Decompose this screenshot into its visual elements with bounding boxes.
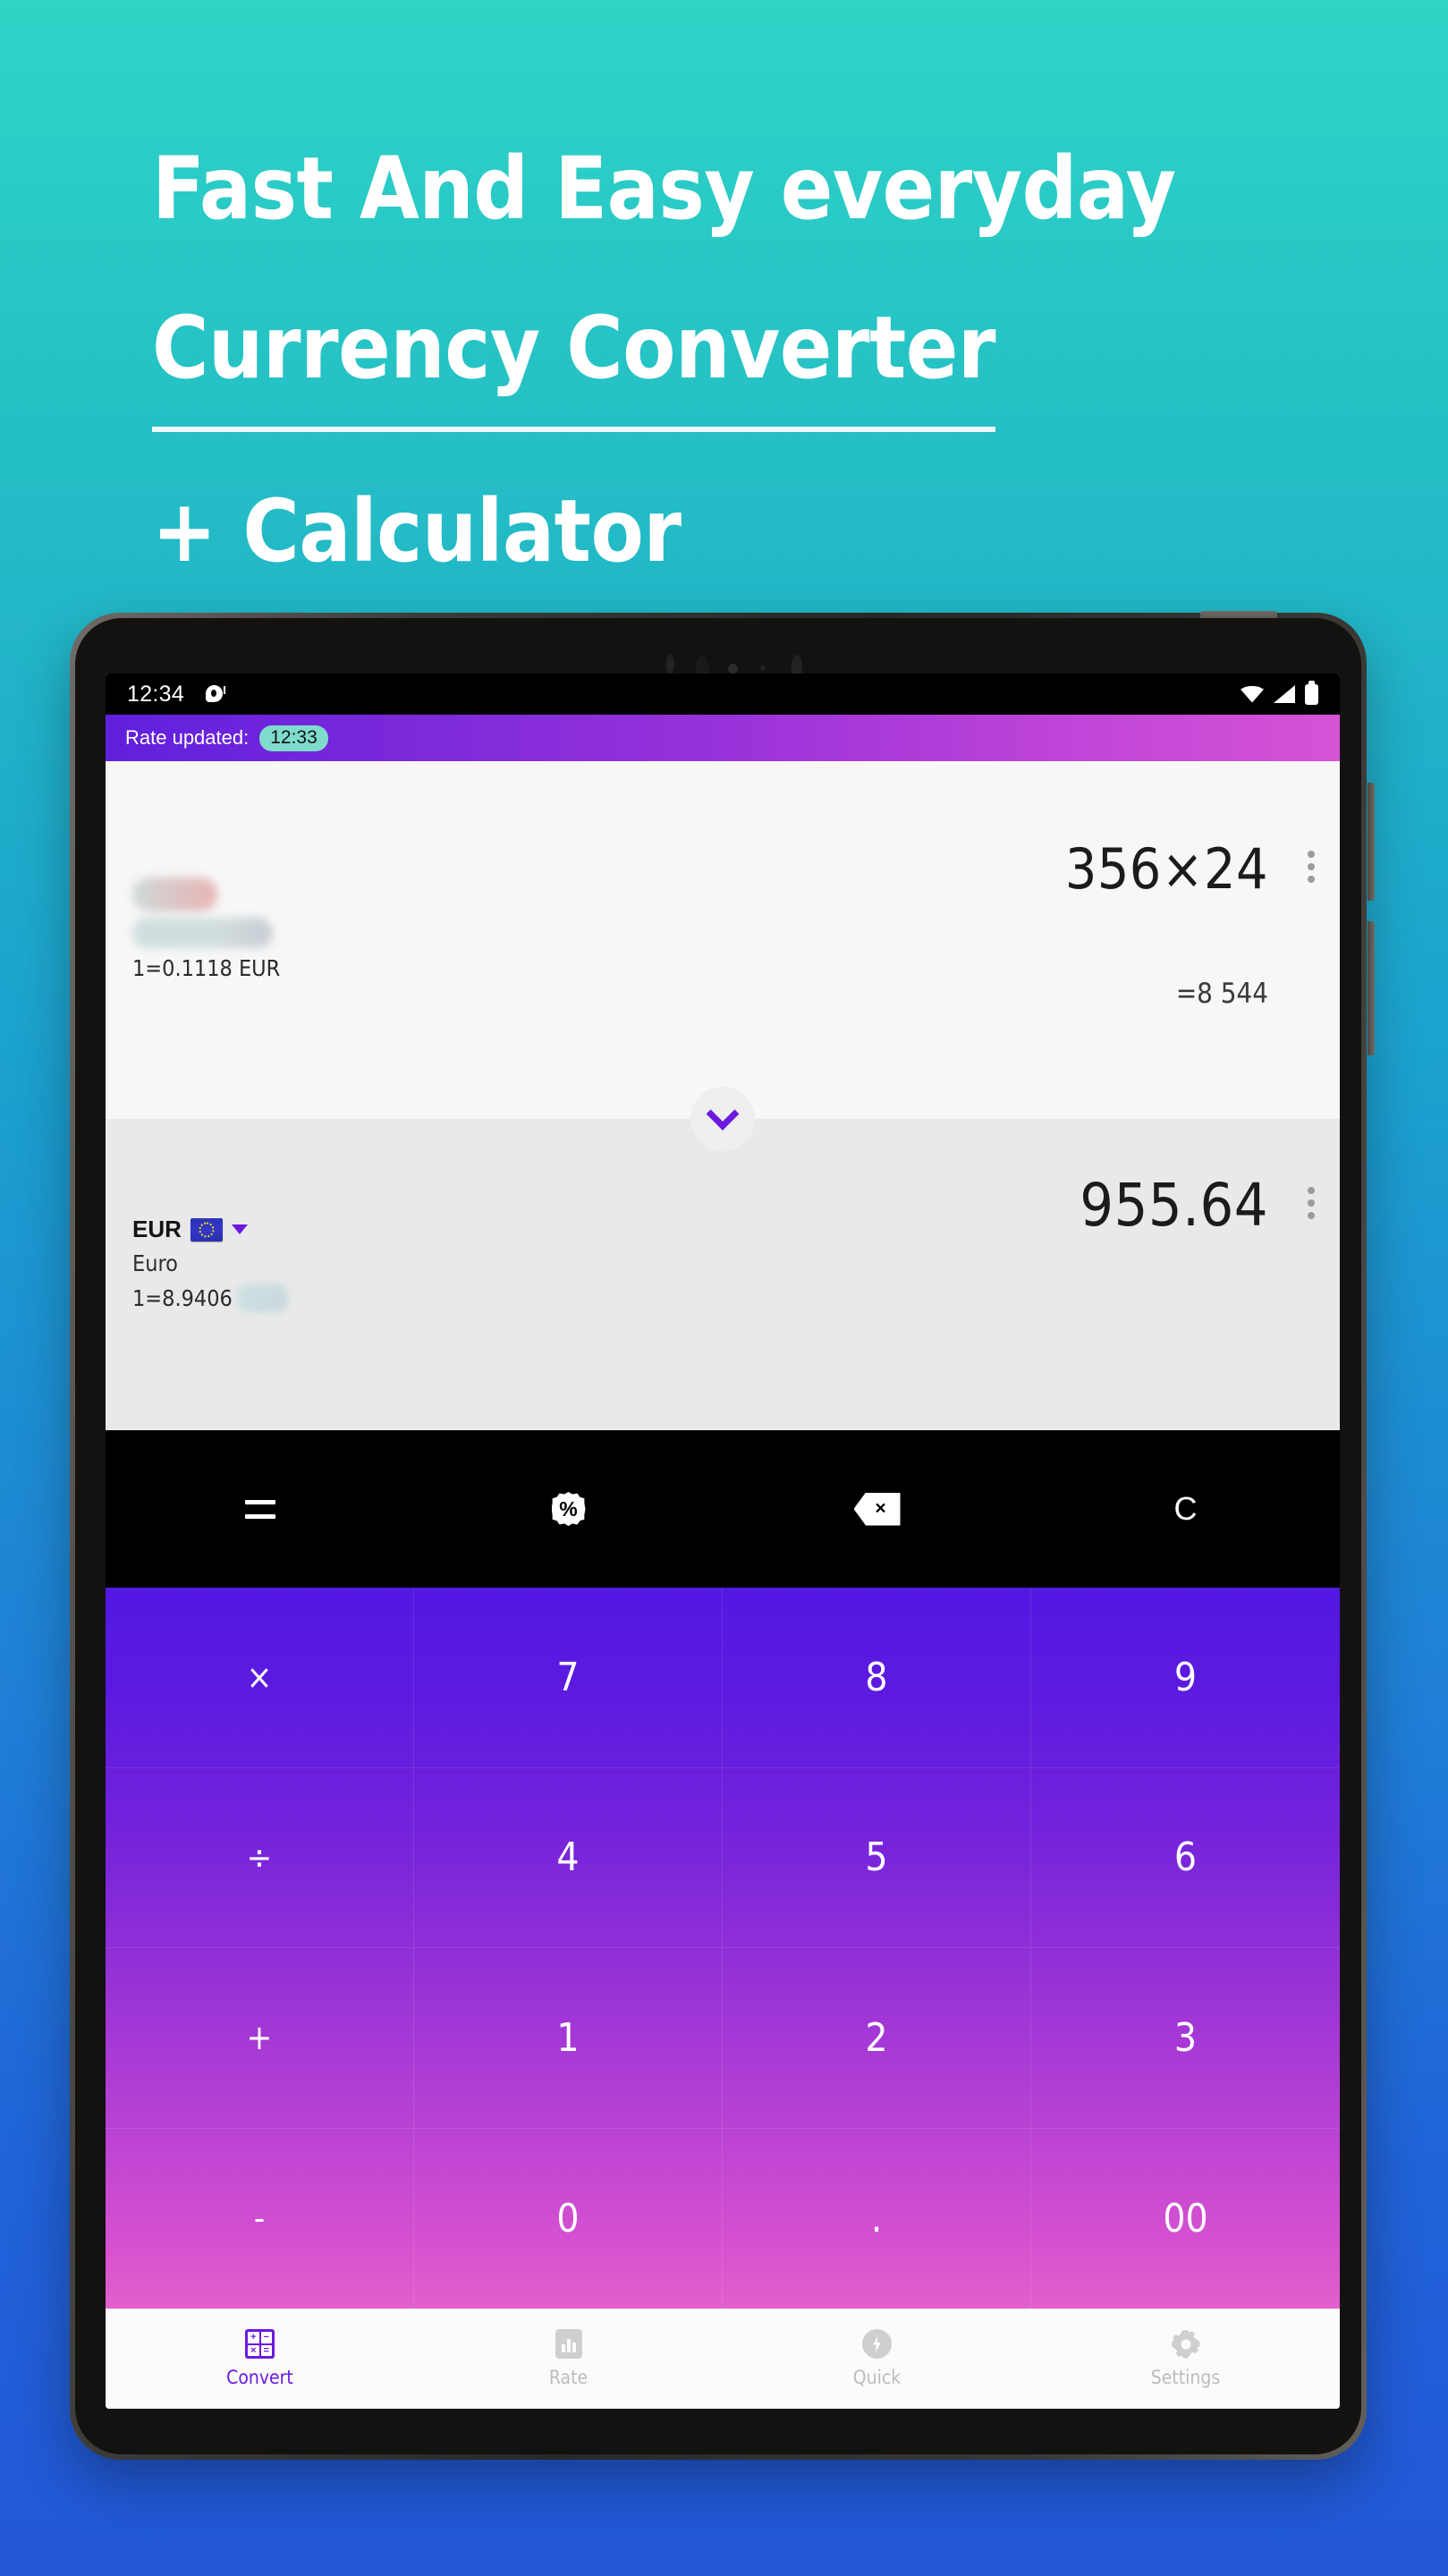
backspace-button[interactable]: × xyxy=(723,1430,1031,1588)
target-currency-panel[interactable]: 955.64 EUR Euro 1=8.9406 xyxy=(106,1087,1340,1430)
signal-icon xyxy=(1274,685,1295,703)
promo-line-3: + Calculator xyxy=(152,481,682,581)
source-result-value: =8 544 xyxy=(1175,978,1268,1010)
key-2[interactable]: 2 xyxy=(723,1948,1031,2129)
key-7[interactable]: 7 xyxy=(414,1588,723,1768)
nav-label-convert: Convert xyxy=(226,2367,293,2388)
target-rate-text: 1=8.9406 xyxy=(132,1284,233,1311)
nav-item-convert[interactable]: + − × = Convert xyxy=(106,2309,414,2409)
chart-icon xyxy=(555,2329,582,2359)
rate-updated-time-badge[interactable]: 12:33 xyxy=(259,724,328,751)
notification-icon xyxy=(204,683,226,705)
app-bar: Rate updated: 12:33 xyxy=(106,715,1340,761)
nav-item-quick[interactable]: Quick xyxy=(723,2309,1031,2409)
tablet-device: 12:34 Rate updated: 12:33 356×24 =8 544 … xyxy=(70,611,1375,2460)
key-9[interactable]: 9 xyxy=(1031,1588,1340,1768)
target-rate-code-redacted xyxy=(236,1284,288,1312)
light-sensor-icon xyxy=(759,665,766,672)
key-1[interactable]: 1 xyxy=(414,1948,723,2129)
target-currency-code: EUR xyxy=(132,1216,182,1242)
key-minus[interactable]: - xyxy=(106,2128,414,2309)
volume-down-button[interactable] xyxy=(1368,921,1375,1055)
target-currency-name: Euro xyxy=(132,1250,178,1276)
clear-label: C xyxy=(1173,1490,1198,1527)
key-3[interactable]: 3 xyxy=(1031,1948,1340,2129)
source-currency-code-redacted xyxy=(132,877,217,911)
app-screen: 12:34 Rate updated: 12:33 356×24 =8 544 … xyxy=(106,674,1340,2409)
source-overflow-menu-icon[interactable] xyxy=(1308,851,1315,883)
status-bar-icons xyxy=(1241,680,1318,705)
source-rate-line: 1=0.1118 EUR xyxy=(132,955,280,981)
status-bar-time: 12:34 xyxy=(127,681,185,707)
bottom-navigation: + − × = Convert Rate Quick Settings xyxy=(106,2309,1340,2409)
equals-button[interactable] xyxy=(106,1430,414,1588)
nav-label-rate: Rate xyxy=(548,2367,589,2388)
source-rate-text: 1=0.1118 EUR xyxy=(132,955,281,981)
key-8[interactable]: 8 xyxy=(723,1588,1031,1768)
chevron-down-icon xyxy=(706,1097,740,1131)
target-currency-code-row[interactable]: EUR xyxy=(132,1216,288,1243)
gear-icon xyxy=(1171,2329,1200,2359)
key-plus[interactable]: + xyxy=(106,1948,414,2129)
key-divide[interactable]: ÷ xyxy=(106,1767,414,1948)
nav-item-rate[interactable]: Rate xyxy=(414,2309,723,2409)
percent-button[interactable]: % xyxy=(414,1430,723,1588)
bolt-icon xyxy=(862,2329,892,2359)
calculator-keypad: × 7 8 9 ÷ 4 5 6 + 1 2 3 - 0 . 00 xyxy=(106,1588,1340,2309)
sensor-icon xyxy=(665,654,675,675)
device-bezel: 12:34 Rate updated: 12:33 356×24 =8 544 … xyxy=(75,618,1361,2454)
source-currency-panel[interactable]: 356×24 =8 544 1=0.1118 EUR xyxy=(106,761,1340,1119)
backspace-icon: × xyxy=(853,1492,901,1526)
key-double-zero[interactable]: 00 xyxy=(1031,2129,1340,2309)
battery-icon xyxy=(1305,680,1318,705)
clear-button[interactable]: C xyxy=(1031,1430,1340,1588)
key-decimal[interactable]: . xyxy=(723,2128,1031,2309)
target-rate-line: 1=8.9406 xyxy=(132,1284,288,1312)
target-amount-value[interactable]: 955.64 xyxy=(1080,1171,1268,1240)
nav-label-settings: Settings xyxy=(1150,2366,1221,2388)
promo-headline: Fast And Easy everyday Currency Converte… xyxy=(152,103,1315,616)
rate-updated-label: Rate updated: xyxy=(125,726,250,749)
source-currency-name-redacted xyxy=(132,918,273,948)
key-5[interactable]: 5 xyxy=(723,1767,1031,1948)
function-row: % × C xyxy=(106,1430,1340,1588)
key-6[interactable]: 6 xyxy=(1031,1768,1340,1948)
eu-flag-icon xyxy=(190,1217,223,1241)
key-0[interactable]: 0 xyxy=(414,2128,723,2309)
nav-label-quick: Quick xyxy=(852,2367,902,2388)
target-overflow-menu-icon[interactable] xyxy=(1308,1187,1315,1219)
promo-line-2: Currency Converter xyxy=(152,275,995,432)
target-currency-selector[interactable]: EUR Euro 1=8.9406 xyxy=(132,1216,288,1312)
promo-line-2-wrap: Currency Converter xyxy=(152,275,1315,446)
calculator-icon: + − × = xyxy=(245,2329,275,2359)
source-amount-expression[interactable]: 356×24 xyxy=(1065,836,1268,902)
promo-line-1: Fast And Easy everyday xyxy=(152,139,1176,239)
source-currency-selector[interactable]: 1=0.1118 EUR xyxy=(132,877,280,981)
nav-item-settings[interactable]: Settings xyxy=(1031,2309,1340,2409)
status-bar: 12:34 xyxy=(106,674,1340,715)
chevron-down-icon[interactable] xyxy=(231,1224,248,1234)
key-4[interactable]: 4 xyxy=(414,1767,723,1948)
volume-up-button[interactable] xyxy=(1368,783,1375,901)
swap-currencies-button[interactable] xyxy=(690,1087,755,1151)
key-multiply[interactable]: × xyxy=(106,1588,414,1768)
equals-icon xyxy=(244,1499,275,1519)
percent-icon: % xyxy=(551,1492,586,1526)
wifi-icon xyxy=(1241,685,1264,703)
